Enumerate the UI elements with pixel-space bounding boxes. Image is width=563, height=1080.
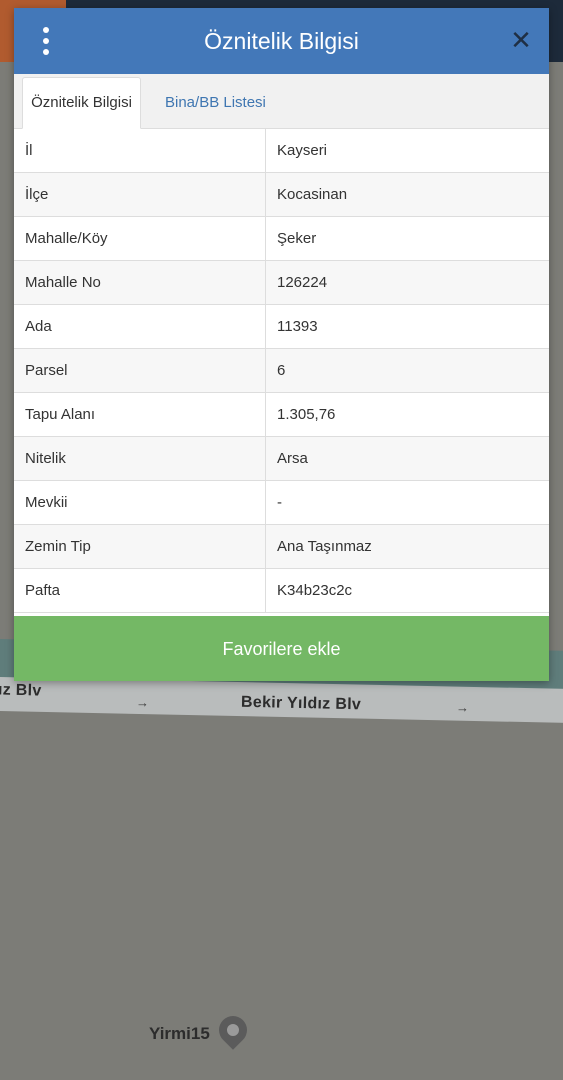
attribute-table: İl Kayseri İlçe Kocasinan Mahalle/Köy Şeker Ma… <box>14 129 549 613</box>
attribute-value: 126224 <box>265 260 549 305</box>
attribute-value: Kocasinan <box>265 172 549 217</box>
attribute-value: Kayseri <box>265 129 549 173</box>
attribute-value: - <box>265 480 549 525</box>
dialog-title: Öznitelik Bilgisi <box>204 28 359 54</box>
attribute-key: Pafta <box>14 568 266 613</box>
table-row: Mevkii - <box>14 480 549 525</box>
dialog-header: Öznitelik Bilgisi ✕ <box>14 8 549 74</box>
road-label-right: Bekir Yıldız Blv <box>240 693 362 714</box>
table-row: Ada 11393 <box>14 304 549 349</box>
attribute-value: Arsa <box>265 436 549 481</box>
table-row: Nitelik Arsa <box>14 436 549 481</box>
table-row: Parsel 6 <box>14 348 549 393</box>
attribute-key: Mahalle/Köy <box>14 216 266 261</box>
table-row: Zemin Tip Ana Taşınmaz <box>14 524 549 569</box>
attribute-key: Mevkii <box>14 480 266 525</box>
table-row: İlçe Kocasinan <box>14 172 549 217</box>
tab-attribute-info[interactable]: Öznitelik Bilgisi <box>22 77 141 129</box>
attribute-value: 1.305,76 <box>265 392 549 437</box>
road-label-left: ız Blv <box>0 681 42 700</box>
add-to-favorites-button[interactable]: Favorilere ekle <box>14 616 549 681</box>
table-row: Mahalle No 126224 <box>14 260 549 305</box>
attribute-key: Tapu Alanı <box>14 392 266 437</box>
attribute-value: Şeker <box>265 216 549 261</box>
close-icon[interactable]: ✕ <box>509 27 533 53</box>
tab-bar: Öznitelik Bilgisi Bina/BB Listesi <box>14 74 549 129</box>
attribute-key: Nitelik <box>14 436 266 481</box>
location-pin-icon[interactable] <box>213 1010 253 1050</box>
attribute-key: Zemin Tip <box>14 524 266 569</box>
direction-arrow-icon: → <box>456 700 469 715</box>
table-row: Tapu Alanı 1.305,76 <box>14 392 549 437</box>
attribute-key: Ada <box>14 304 266 349</box>
direction-arrow-icon: → <box>136 695 149 710</box>
tab-building-list[interactable]: Bina/BB Listesi <box>153 78 278 128</box>
attribute-key: Mahalle No <box>14 260 266 305</box>
attribute-key: Parsel <box>14 348 266 393</box>
attribute-dialog: Öznitelik Bilgisi ✕ Öznitelik Bilgisi Bi… <box>14 8 549 681</box>
table-row: İl Kayseri <box>14 129 549 173</box>
attribute-key: İlçe <box>14 172 266 217</box>
attribute-value: Ana Taşınmaz <box>265 524 549 569</box>
poi-label: Yirmi15 <box>149 1024 210 1043</box>
attribute-key: İl <box>14 129 266 173</box>
table-row: Pafta K34b23c2c <box>14 568 549 613</box>
attribute-value: 6 <box>265 348 549 393</box>
table-row: Mahalle/Köy Şeker <box>14 216 549 261</box>
attribute-value: K34b23c2c <box>265 568 549 613</box>
attribute-value: 11393 <box>265 304 549 349</box>
